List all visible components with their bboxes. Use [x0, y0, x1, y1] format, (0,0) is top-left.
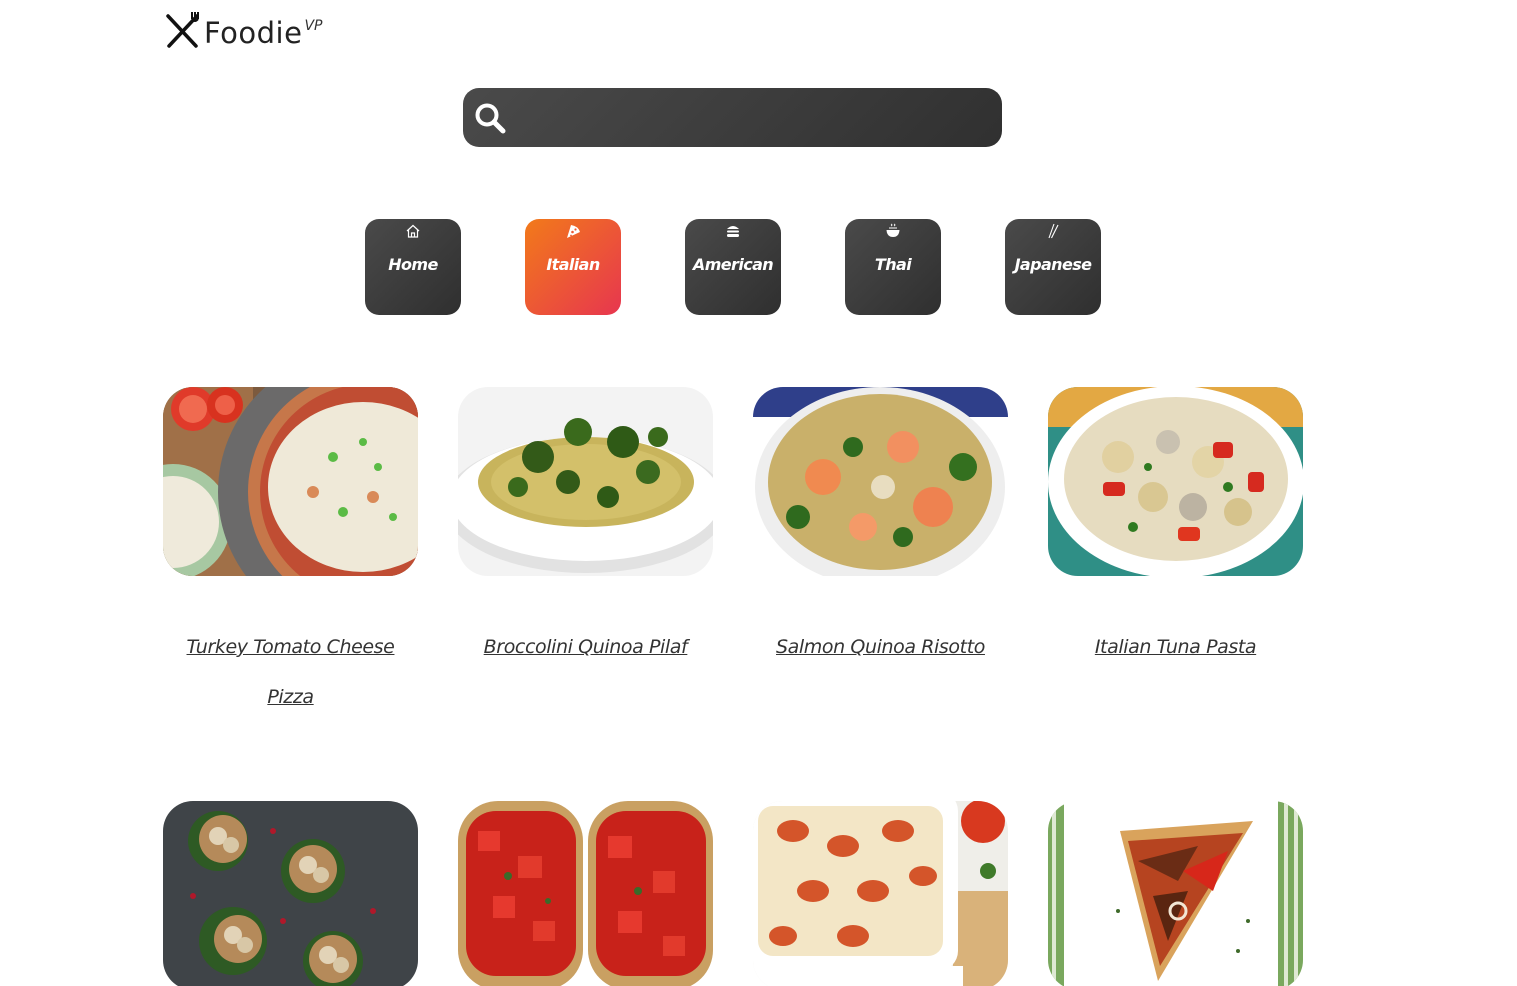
category-japanese[interactable]: Japanese [1005, 219, 1101, 315]
recipe-card[interactable] [1048, 801, 1303, 986]
fork-knife-icon [166, 12, 199, 48]
search-bar [463, 88, 1002, 147]
search-icon[interactable] [473, 101, 507, 135]
recipe-image[interactable] [163, 801, 418, 986]
pizza-icon [567, 225, 580, 238]
brand-name: Foodie [204, 16, 303, 50]
recipe-card[interactable] [163, 801, 418, 986]
recipe-card[interactable]: Broccolini Quinoa Pilaf [458, 387, 713, 801]
recipe-image[interactable] [458, 801, 713, 986]
category-home[interactable]: Home [365, 219, 461, 315]
category-label: American [692, 255, 774, 274]
recipe-image[interactable] [753, 801, 1008, 986]
recipe-title[interactable]: Italian Tuna Pasta [1048, 622, 1303, 672]
recipe-card[interactable]: Turkey Tomato Cheese Pizza [163, 387, 418, 801]
chopsticks-icon [1048, 223, 1059, 239]
burger-icon [727, 226, 739, 237]
category-american[interactable]: American [685, 219, 781, 315]
home-icon [406, 224, 420, 238]
search-input[interactable] [507, 88, 1002, 147]
noodle-bowl-icon [886, 223, 900, 237]
recipe-image[interactable] [1048, 387, 1303, 576]
category-label: Italian [546, 255, 600, 274]
recipe-card[interactable] [753, 801, 1008, 986]
recipe-image[interactable] [753, 387, 1008, 576]
recipe-row-2 [163, 801, 1303, 986]
category-thai[interactable]: Thai [845, 219, 941, 315]
recipe-image[interactable] [1048, 801, 1303, 986]
recipe-title[interactable]: Broccolini Quinoa Pilaf [458, 622, 713, 672]
recipe-title[interactable]: Turkey Tomato Cheese Pizza [163, 622, 418, 722]
recipe-card[interactable] [458, 801, 713, 986]
recipe-grid: Turkey Tomato Cheese Pizza Broccolini Qu… [163, 387, 1303, 986]
category-label: Japanese [1014, 255, 1092, 274]
category-nav: Home Italian American Thai Japanese [365, 219, 1101, 315]
recipe-card[interactable]: Italian Tuna Pasta [1048, 387, 1303, 801]
category-label: Home [388, 255, 438, 274]
brand-suffix: VP [304, 18, 323, 34]
recipe-image[interactable] [458, 387, 713, 576]
category-label: Thai [874, 255, 912, 274]
logo[interactable]: Foodie VP [164, 8, 322, 48]
recipe-card[interactable]: Salmon Quinoa Risotto [753, 387, 1008, 801]
recipe-image[interactable] [163, 387, 418, 576]
category-italian[interactable]: Italian [525, 219, 621, 315]
recipe-title[interactable]: Salmon Quinoa Risotto [753, 622, 1008, 672]
